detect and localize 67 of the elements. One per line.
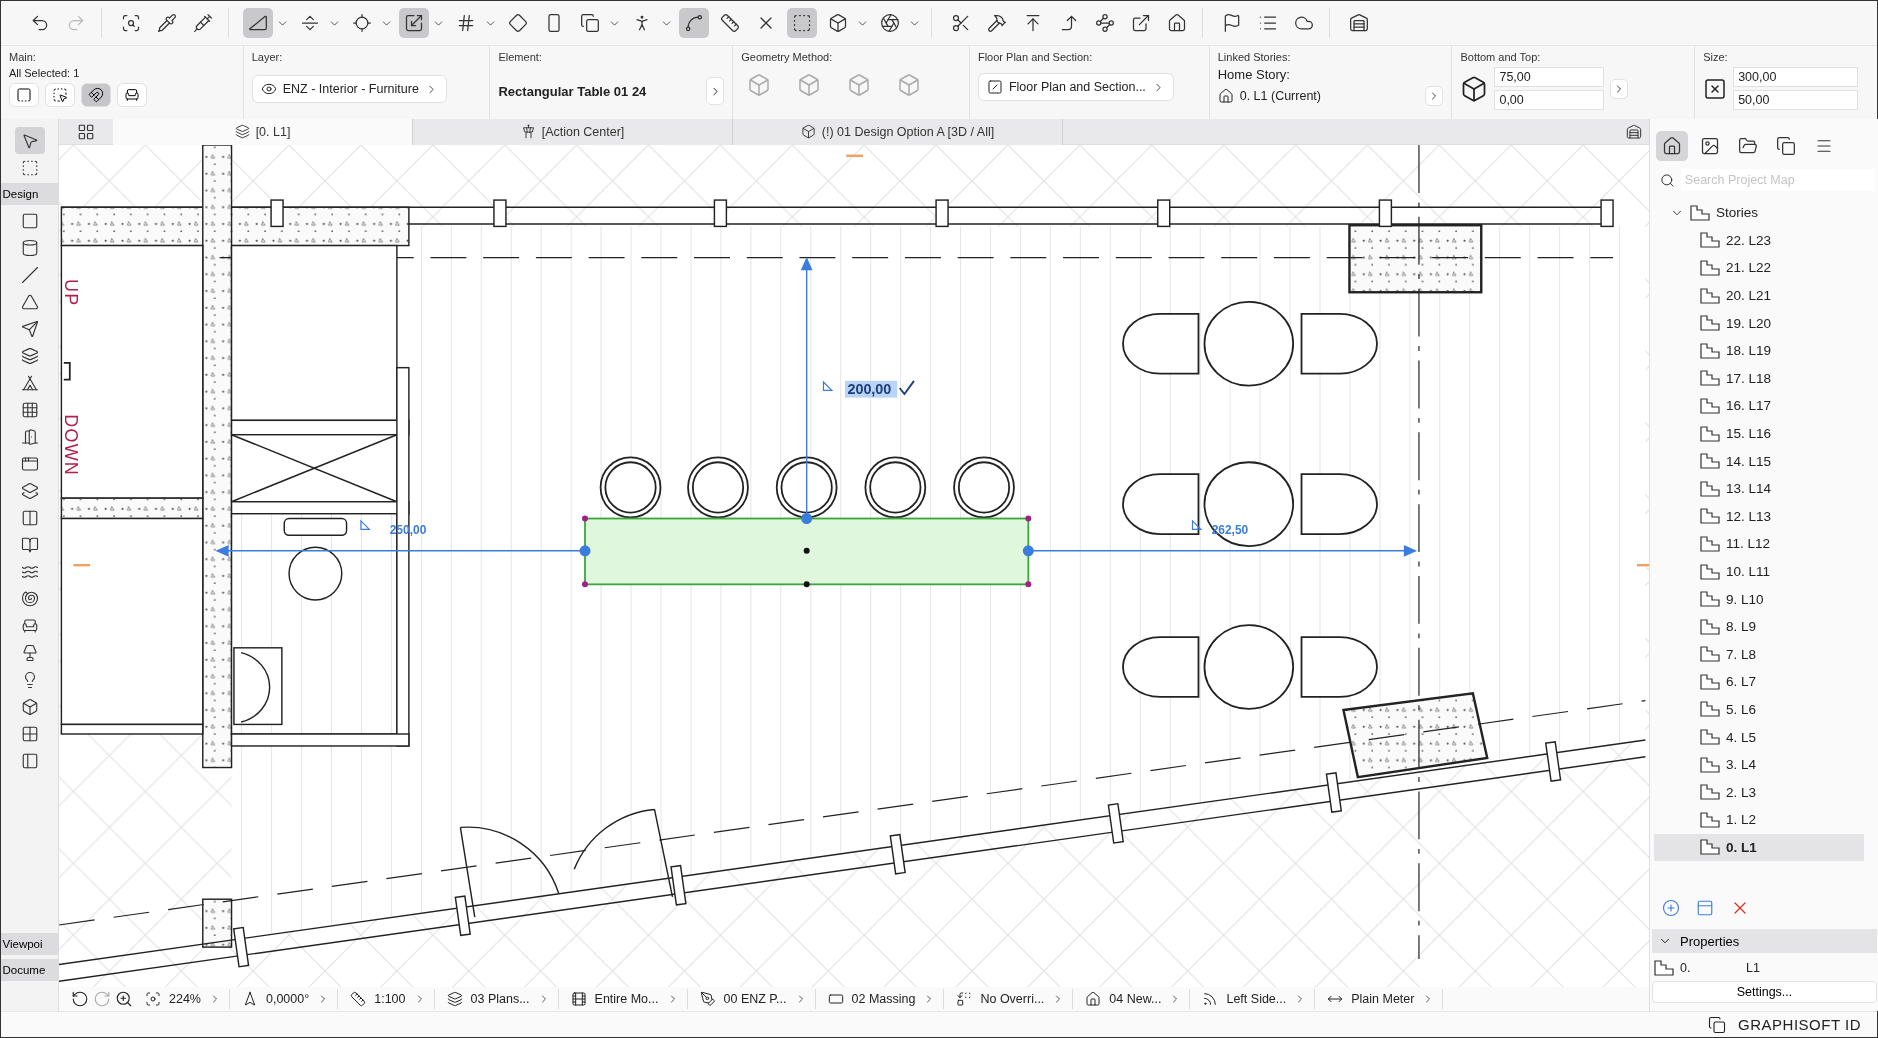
status-selector[interactable]: No Overri... <box>948 989 1074 1010</box>
height-field[interactable]: 50,00 <box>1733 90 1859 110</box>
tree-item[interactable]: 3. L4 <box>1654 750 1864 779</box>
panel-label: Bottom and Top: <box>1460 51 1542 63</box>
tree-item[interactable]: 18. L19 <box>1654 336 1864 365</box>
tree-item[interactable]: 21. L22 <box>1654 254 1864 282</box>
story-name: L1 <box>1746 961 1760 975</box>
tree-item[interactable]: 14. L15 <box>1654 447 1864 475</box>
settings-button[interactable]: Settings... <box>1652 981 1877 1003</box>
tree-item[interactable]: 11. L12 <box>1654 530 1864 558</box>
floor-plan-selector[interactable]: Floor Plan and Section... <box>977 73 1174 101</box>
home-story-label: Home Story: <box>1217 67 1291 82</box>
tree-item[interactable]: 4. L5 <box>1654 723 1864 751</box>
bottom-field[interactable]: 0,00 <box>1494 90 1605 110</box>
home-story-value: 0. L1 (Current) <box>1239 89 1321 103</box>
layer-selector[interactable]: ENZ - Interior - Furniture <box>251 75 447 103</box>
width-field[interactable]: 300,00 <box>1733 67 1859 87</box>
view-tab[interactable]: [Action Center] <box>413 118 733 145</box>
palette-header[interactable]: Docume <box>0 959 59 981</box>
tree-item[interactable]: 13. L14 <box>1654 474 1864 503</box>
palette-header[interactable]: Design <box>0 183 59 205</box>
selection-count: All Selected: 1 <box>9 67 81 79</box>
tree-item[interactable]: 15. L16 <box>1654 419 1864 448</box>
panel-label: Size: <box>1703 51 1729 63</box>
tree-item[interactable]: 22. L23 <box>1654 226 1864 255</box>
tree-item[interactable]: 6. L7 <box>1654 668 1864 696</box>
panel-label: Main: <box>9 51 37 63</box>
tree-item[interactable]: 9. L10 <box>1654 585 1864 613</box>
tree-item[interactable]: 20. L21 <box>1654 281 1864 310</box>
tree-item[interactable]: 7. L8 <box>1654 640 1864 669</box>
tree-item[interactable]: 17. L18 <box>1654 364 1864 393</box>
panel-label: Layer: <box>251 51 284 63</box>
status-selector[interactable]: 224% <box>137 989 230 1010</box>
stair-label: DOWN <box>61 414 81 476</box>
panel-label: Floor Plan and Section: <box>977 51 1094 63</box>
status-selector[interactable]: 03 Plans... <box>438 989 559 1010</box>
tree-item[interactable]: 16. L17 <box>1654 392 1864 420</box>
panel-label: Geometry Method: <box>741 51 834 63</box>
search-field[interactable]: Search Project Map <box>1680 169 1875 191</box>
status-selector[interactable]: 0,0000° <box>234 989 339 1010</box>
status-selector[interactable]: 1:100 <box>342 989 435 1010</box>
tree-item[interactable]: 19. L20 <box>1654 309 1864 337</box>
panel-label: Linked Stories: <box>1217 51 1292 63</box>
tree-item[interactable]: 8. L9 <box>1654 612 1864 641</box>
palette-header[interactable]: Viewpoi <box>0 933 59 955</box>
view-tab[interactable]: (!) 01 Design Option A [3D / All] <box>733 118 1063 145</box>
top-field[interactable]: 75,00 <box>1494 67 1605 87</box>
brand-label: GRAPHISOFT ID <box>1738 1016 1861 1033</box>
status-selector[interactable]: Left Side... <box>1194 989 1316 1010</box>
properties-header[interactable]: Properties <box>1652 929 1877 953</box>
tree-item[interactable]: 10. L11 <box>1654 557 1864 586</box>
status-selector[interactable]: 02 Massing <box>819 989 945 1010</box>
status-selector[interactable]: Plain Meter <box>1319 989 1444 1010</box>
view-tab[interactable]: [0. L1] <box>113 118 413 145</box>
element-name: Rectangular Table 01 24 <box>498 83 647 99</box>
tree-item[interactable]: 1. L2 <box>1654 806 1864 834</box>
status-selector[interactable]: 00 ENZ P... <box>691 989 816 1010</box>
tree-item[interactable]: Stories <box>1654 199 1864 227</box>
stair-label: UP <box>61 279 81 307</box>
status-selector[interactable]: Entire Mo... <box>562 989 688 1010</box>
tree-item[interactable]: 2. L3 <box>1654 778 1864 807</box>
tree-item[interactable]: 5. L6 <box>1654 695 1864 724</box>
story-number: 0. <box>1680 961 1692 975</box>
tree-item[interactable]: 12. L13 <box>1654 502 1864 531</box>
status-selector[interactable]: 04 New... <box>1077 989 1191 1010</box>
panel-label: Element: <box>498 51 543 63</box>
tree-item[interactable]: 0. L1 <box>1654 833 1864 862</box>
